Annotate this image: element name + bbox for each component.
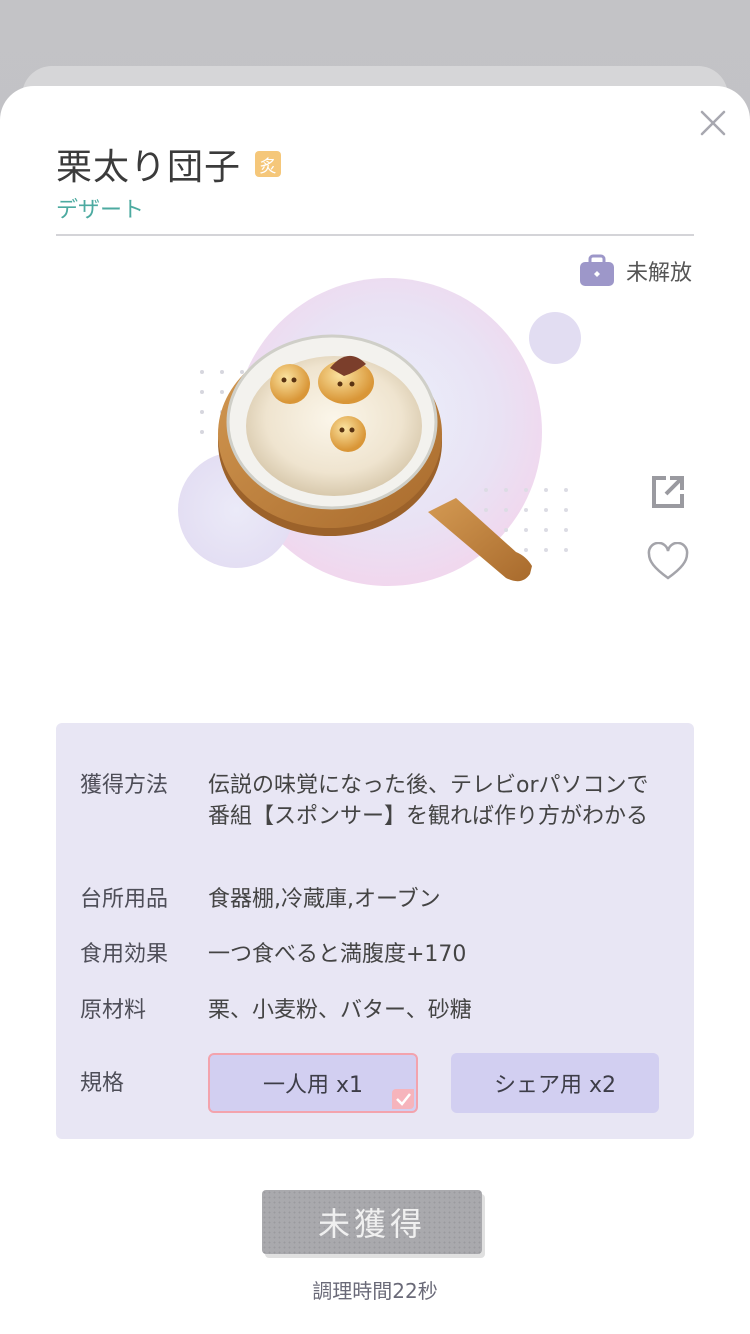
spec-label: 規格 xyxy=(80,1071,125,1096)
share-icon[interactable] xyxy=(648,472,688,512)
obtain-button[interactable]: 未獲得 xyxy=(262,1190,482,1254)
detail-value: 栗、小麦粉、バター、砂糖 xyxy=(208,998,472,1023)
header-divider xyxy=(56,234,694,236)
close-icon[interactable] xyxy=(698,108,728,138)
detail-row-effect: 食用効果 一つ食べると満腹度+170 xyxy=(80,939,670,970)
cooking-time: 調理時間22秒 xyxy=(312,1279,438,1303)
heart-icon[interactable] xyxy=(646,542,690,582)
detail-row-kitchenware: 台所用品 食器棚,冷蔵庫,オーブン xyxy=(80,884,670,915)
detail-row-acquisition: 獲得方法 伝説の味覚になった後、テレビorパソコンで番組【スポンサー】を観れば作… xyxy=(80,770,670,832)
spec-option-share[interactable]: シェア用 x2 xyxy=(451,1053,659,1113)
detail-key: 食用効果 xyxy=(80,942,169,967)
recipe-detail-sheet: 栗太り団子 炙 デザート 未解放 獲得方法 伝説の味覚になった後、テレビorパソ… xyxy=(0,86,750,1334)
spec-option-label: 一人用 x1 xyxy=(262,1073,363,1098)
detail-key: 台所用品 xyxy=(80,887,169,912)
detail-key: 獲得方法 xyxy=(80,773,169,798)
spec-option-label: シェア用 x2 xyxy=(493,1073,616,1098)
detail-row-ingredients: 原材料 栗、小麦粉、バター、砂糖 xyxy=(80,995,670,1026)
item-category: デザート xyxy=(56,198,145,223)
checkmark-icon xyxy=(392,1089,414,1109)
detail-value: 伝説の味覚になった後、テレビorパソコンで番組【スポンサー】を観れば作り方がわか… xyxy=(208,773,649,829)
lock-status: 未解放 xyxy=(578,254,692,288)
item-title: 栗太り団子 xyxy=(56,147,242,188)
detail-key: 原材料 xyxy=(80,998,147,1023)
title-row: 栗太り団子 炙 xyxy=(56,138,282,190)
cooking-method-badge: 炙 xyxy=(255,151,282,177)
spec-option-single[interactable]: 一人用 x1 xyxy=(208,1053,418,1113)
detail-value: 食器棚,冷蔵庫,オーブン xyxy=(208,887,441,912)
dish-illustration xyxy=(178,278,581,586)
detail-value: 一つ食べると満腹度+170 xyxy=(208,942,467,967)
lock-status-text: 未解放 xyxy=(625,261,692,286)
recipe-info-panel: 獲得方法 伝説の味覚になった後、テレビorパソコンで番組【スポンサー】を観れば作… xyxy=(56,723,694,1139)
